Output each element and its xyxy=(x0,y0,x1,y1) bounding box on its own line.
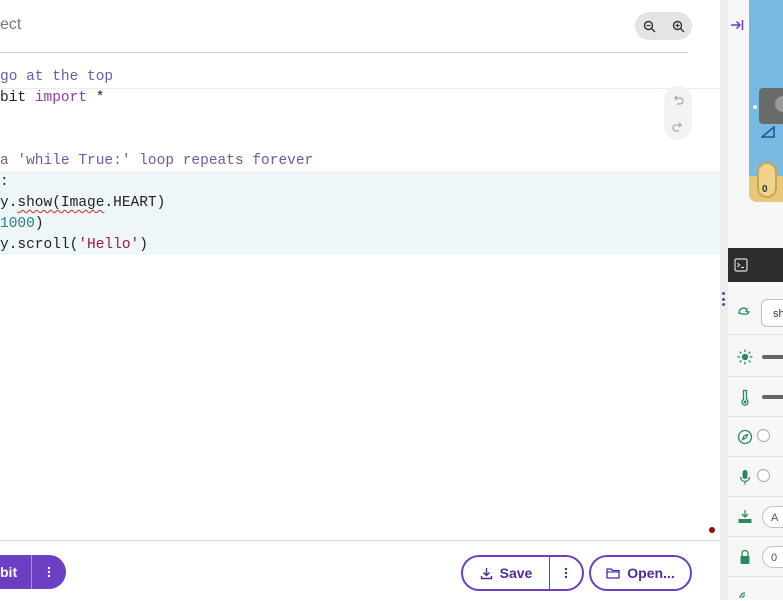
redo-icon xyxy=(672,122,682,132)
code-editor-panel: ect go at the top bit import * a 'while Tr… xyxy=(0,0,720,601)
redo-button[interactable] xyxy=(664,113,692,140)
panel-resize-handle[interactable] xyxy=(720,0,728,600)
folder-icon xyxy=(606,568,620,579)
send-to-microbit-button[interactable]: bit xyxy=(0,555,66,589)
radio-icon xyxy=(736,588,754,600)
simulator-panel: 0 sh A 0 xyxy=(728,0,783,600)
code-area[interactable]: go at the top bit import * a 'while True:'… xyxy=(0,64,720,274)
send-button-label: bit xyxy=(0,564,18,580)
board-led-dot xyxy=(753,105,757,109)
code-token: ) xyxy=(139,237,148,253)
press-button-icon xyxy=(736,508,754,526)
pin-0-label: 0 xyxy=(762,184,768,195)
code-line[interactable]: y.scroll('Hello') xyxy=(0,235,148,256)
zoom-in-icon xyxy=(672,20,684,32)
code-token: bit xyxy=(0,90,35,106)
line-separator xyxy=(0,88,720,89)
code-token: a 'while True:' loop repeats forever xyxy=(0,153,314,169)
gesture-select[interactable]: sh xyxy=(761,299,783,327)
title-divider xyxy=(0,52,688,53)
compass-icon xyxy=(736,428,754,446)
sound-slider-thumb[interactable] xyxy=(757,469,770,482)
code-token: * xyxy=(87,90,105,106)
code-line[interactable]: a 'while True:' loop repeats forever xyxy=(0,151,313,172)
zoom-out-icon xyxy=(643,20,655,32)
collapse-right-icon xyxy=(731,20,744,30)
light-slider[interactable] xyxy=(762,355,783,359)
more-options-icon xyxy=(564,567,568,579)
sensor-row-temperature xyxy=(728,376,783,417)
undo-button[interactable] xyxy=(664,86,692,113)
code-token: y. xyxy=(0,195,18,211)
board-logo-icon xyxy=(761,126,775,138)
terminal-icon xyxy=(734,258,748,272)
light-level-icon xyxy=(736,348,754,366)
save-button[interactable]: Save xyxy=(463,557,549,589)
sensor-row-buttons: A xyxy=(728,496,783,537)
bottom-action-bar: bit Save Open... xyxy=(0,540,720,601)
pin-0-pill[interactable]: 0 xyxy=(762,546,783,568)
temperature-slider[interactable] xyxy=(762,395,783,399)
code-line[interactable]: y.show(Image.HEART) xyxy=(0,193,165,214)
zoom-controls xyxy=(635,12,692,40)
save-more-button[interactable] xyxy=(550,557,582,589)
open-button[interactable]: Open... xyxy=(589,555,692,591)
code-token: show(Image xyxy=(17,195,105,211)
sensor-row-gesture: sh xyxy=(728,290,783,335)
collapse-simulator-button[interactable] xyxy=(728,12,746,38)
sensor-row-compass xyxy=(728,416,783,457)
more-options-icon xyxy=(47,566,51,578)
history-controls xyxy=(664,86,692,140)
save-button-label: Save xyxy=(499,565,533,581)
zoom-in-button[interactable] xyxy=(664,12,692,40)
zoom-out-button[interactable] xyxy=(635,12,663,40)
project-name-field[interactable]: ect xyxy=(0,16,21,34)
undo-icon xyxy=(674,95,684,105)
code-line[interactable]: bit import * xyxy=(0,88,104,109)
serial-terminal-bar[interactable] xyxy=(728,248,783,282)
lock-icon xyxy=(736,548,754,566)
gesture-icon xyxy=(736,302,754,320)
sensor-row-pins: 0 xyxy=(728,536,783,577)
microbit-speaker xyxy=(759,88,783,124)
code-line[interactable]: : xyxy=(0,172,9,193)
code-token: 1000 xyxy=(0,216,35,232)
code-line[interactable]: go at the top xyxy=(0,67,113,88)
microbit-board-image: 0 xyxy=(749,0,783,202)
status-dot xyxy=(709,527,715,533)
code-token: go at the top xyxy=(0,69,114,85)
code-token: .HEART) xyxy=(104,195,166,211)
sensor-row-radio xyxy=(728,576,783,600)
code-token: import xyxy=(34,90,88,106)
button-a-pill[interactable]: A xyxy=(762,506,783,528)
code-token: ) xyxy=(34,216,44,232)
send-more-button[interactable] xyxy=(32,555,66,589)
save-button-group: Save xyxy=(461,555,584,591)
code-token: 'Hello' xyxy=(78,237,140,253)
code-token: y.scroll( xyxy=(0,237,79,253)
sensor-row-light xyxy=(728,336,783,377)
download-icon xyxy=(480,567,492,579)
compass-slider-thumb[interactable] xyxy=(757,429,770,442)
open-button-label: Open... xyxy=(627,565,675,581)
drag-grip-icon xyxy=(722,292,725,306)
sensor-row-sound xyxy=(728,456,783,497)
microphone-icon xyxy=(736,468,754,486)
thermometer-icon xyxy=(736,388,754,406)
code-line[interactable]: 1000) xyxy=(0,214,44,235)
code-token: : xyxy=(0,174,9,190)
